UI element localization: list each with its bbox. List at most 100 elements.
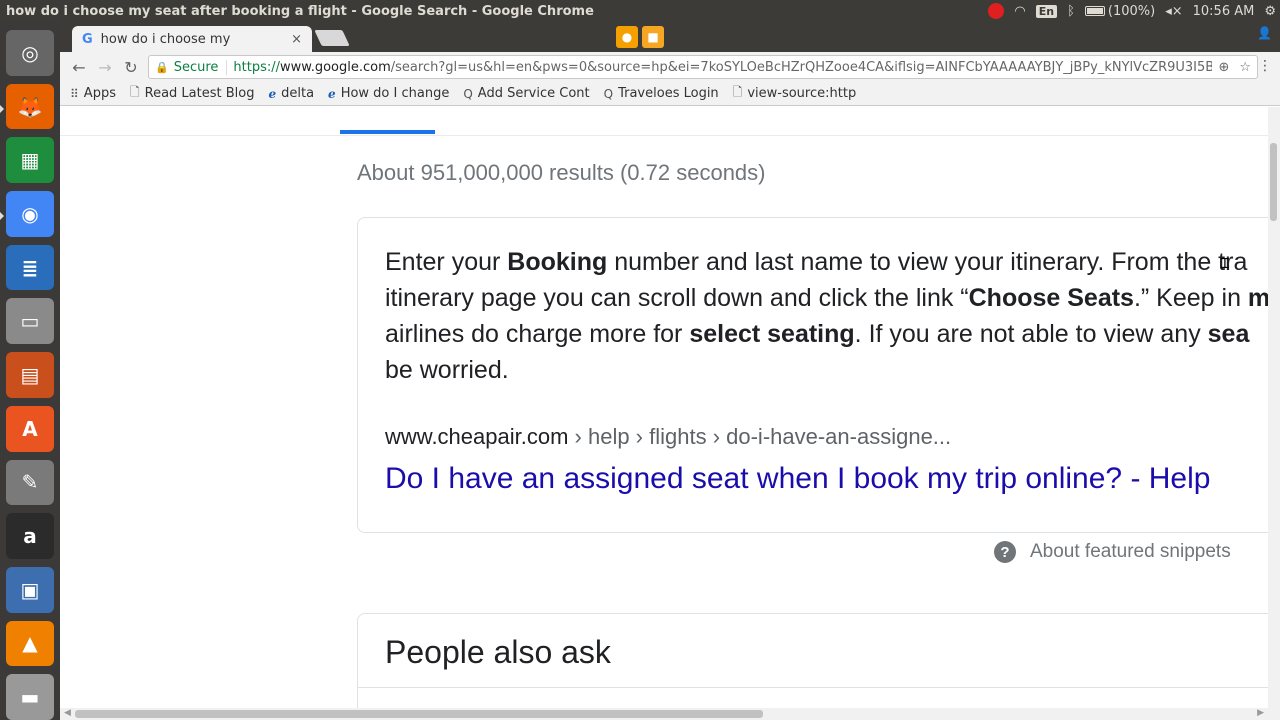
bookmark-item[interactable]: ⠿ Apps — [70, 86, 116, 101]
running-indicator — [0, 104, 4, 113]
profile-icon[interactable]: 👤 — [1257, 26, 1272, 40]
software-center-icon[interactable]: A — [6, 405, 54, 452]
scroll-left-icon[interactable]: ◀ — [64, 708, 71, 718]
browser-tab[interactable]: G how do i choose my × — [72, 26, 312, 52]
about-featured-snippets[interactable]: ? About featured snippets — [994, 541, 1231, 563]
amazon-icon[interactable]: a — [6, 513, 54, 559]
spreadsheet-icon[interactable]: ▦ — [6, 137, 54, 184]
writer-icon[interactable]: ≣ — [6, 244, 54, 291]
bookmarks-bar: ⠿ Apps 🗋 Read Latest Blog e delta e How do I ch… — [60, 82, 1280, 106]
ubuntu-dash-icon[interactable]: ◎ — [6, 30, 54, 76]
firefox-mini-icon[interactable]: ● — [616, 26, 638, 48]
reload-icon[interactable]: ↻ — [118, 58, 144, 77]
vertical-scroll-thumb[interactable] — [1270, 143, 1277, 221]
search-results-page: About 951,000,000 results (0.72 seconds)… — [60, 107, 1268, 708]
apps-grid-icon: ⠿ — [70, 86, 79, 101]
tab-strip: G how do i choose my × ● ■ 👤 — [60, 22, 1280, 52]
bookmark-label: Read Latest Blog — [144, 86, 255, 101]
url-text[interactable]: https://www.google.com/search?gl=us&hl=e… — [233, 60, 1212, 75]
battery-percent: (100%) — [1107, 3, 1156, 19]
settings-icon[interactable]: ✎ — [6, 459, 54, 506]
result-title-link[interactable]: Do I have an assigned seat when I book m… — [385, 462, 1210, 496]
url-host: www.google.com — [280, 59, 391, 75]
snippet-line-1: Enter your Booking number and last name … — [385, 248, 1248, 276]
zoom-icon[interactable]: ⊕ — [1218, 60, 1229, 75]
window-title: how do i choose my seat after booking a … — [6, 3, 594, 19]
help-icon: ? — [994, 541, 1016, 563]
page-icon: 🗋 — [129, 85, 140, 99]
omnibox-actions: ⊕ ☆ — [1218, 60, 1251, 75]
back-icon[interactable]: ← — [66, 58, 92, 77]
header-divider — [60, 135, 1268, 136]
system-tray: ◠ En ᛒ (100%) ◂× 10:56 AM ⚙ — [988, 0, 1280, 22]
all-tab-underline — [340, 130, 435, 134]
wifi-icon[interactable]: ◠ — [1014, 4, 1025, 19]
bookmark-item[interactable]: 🗋 view-source:http — [733, 83, 857, 104]
firefox-icon[interactable]: 🦊 — [0, 83, 54, 130]
people-also-ask-divider — [358, 687, 1268, 688]
forward-icon[interactable]: → — [92, 58, 118, 77]
tab-close-icon[interactable]: × — [291, 32, 302, 47]
files-icon[interactable]: ▭ — [6, 298, 54, 345]
tab-title: how do i choose my — [100, 31, 231, 47]
bookmark-star-icon[interactable]: ☆ — [1239, 60, 1251, 75]
result-cite: www.cheapair.com › help › flights › do-i… — [385, 424, 951, 450]
horizontal-scroll-thumb[interactable] — [75, 710, 763, 718]
address-bar[interactable]: 🔒 Secure https://www.google.com/search?g… — [148, 55, 1258, 79]
about-featured-snippets-label: About featured snippets — [1030, 541, 1231, 562]
video-editor-icon[interactable]: ▣ — [6, 566, 54, 613]
bookmark-item[interactable]: 🗋 Read Latest Blog — [130, 83, 255, 104]
featured-snippet-card: Enter your Booking number and last name … — [357, 217, 1268, 533]
url-rest: /search?gl=us&hl=en&pws=0&source=hp&ei=7… — [390, 59, 1213, 75]
running-indicator — [0, 212, 4, 221]
people-also-ask-heading: People also ask — [385, 634, 611, 670]
q-icon: Q — [603, 86, 614, 101]
bookmark-item[interactable]: Q Add Service Cont — [463, 86, 589, 101]
new-tab-button[interactable] — [314, 30, 350, 46]
chrome-icon[interactable]: ◉ — [0, 191, 54, 237]
cite-breadcrumb: › help › flights › do-i-have-an-assigne.… — [568, 424, 952, 449]
keyboard-layout-indicator[interactable]: En — [1035, 4, 1058, 18]
bookmark-label: How do I change — [340, 86, 450, 101]
page-icon: 🗋 — [732, 85, 743, 99]
snippet-line-3: airlines do charge more for select seati… — [385, 320, 1250, 348]
trash-icon[interactable]: ▬ — [6, 674, 54, 720]
battery-indicator[interactable]: (100%) — [1084, 3, 1156, 19]
result-stats: About 951,000,000 results (0.72 seconds) — [357, 160, 766, 185]
launcher: ◎ 🦊 ▦ ◉ ≣ ▭ ▤ A ✎ a ▣ ▲ ▬ — [0, 22, 60, 720]
bookmark-label: Add Service Cont — [477, 86, 590, 101]
bookmark-label: view-source:http — [747, 86, 857, 101]
google-favicon-icon: G — [82, 31, 93, 47]
clock[interactable]: 10:56 AM — [1193, 4, 1255, 19]
q-icon: Q — [463, 86, 473, 101]
system-gear-icon[interactable]: ⚙ — [1264, 4, 1276, 19]
lock-icon: 🔒 — [155, 60, 169, 74]
battery-icon — [1084, 6, 1105, 16]
edge-icon: e — [268, 86, 277, 101]
cite-host: www.cheapair.com — [385, 424, 569, 449]
impress-icon[interactable]: ▤ — [6, 352, 54, 398]
camera-icon[interactable]: ■ — [642, 26, 664, 48]
bookmark-item[interactable]: e delta — [268, 86, 314, 101]
vlc-icon[interactable]: ▲ — [6, 620, 54, 667]
url-scheme: https:// — [233, 59, 281, 75]
extension-indicators: ● ■ — [616, 26, 664, 48]
bookmark-item[interactable]: Q Traveloes Login — [604, 86, 719, 101]
bookmark-label: delta — [281, 86, 315, 101]
text-cursor-icon: Ɪ — [1221, 256, 1229, 272]
featured-snippet-text: Enter your Booking number and last name … — [385, 244, 1268, 388]
bluetooth-icon[interactable]: ᛒ — [1067, 4, 1075, 19]
browser-toolbar: ← → ↻ 🔒 Secure https://www.google.com/se… — [60, 52, 1280, 82]
horizontal-scrollbar[interactable]: ◀ ▶ — [60, 708, 1280, 720]
top-panel: how do i choose my seat after booking a … — [0, 0, 1280, 22]
vertical-scrollbar[interactable] — [1268, 107, 1280, 708]
bookmark-label: Traveloes Login — [618, 86, 719, 101]
edge-icon: e — [328, 86, 336, 101]
secure-label: Secure — [174, 59, 228, 75]
chrome-menu-icon[interactable]: ⋮ — [1258, 58, 1272, 74]
volume-icon[interactable]: ◂× — [1165, 4, 1182, 19]
record-icon[interactable] — [988, 3, 1005, 19]
bookmark-item[interactable]: e How do I change — [328, 86, 449, 101]
people-also-ask-card: People also ask — [357, 613, 1268, 708]
scroll-right-icon[interactable]: ▶ — [1257, 708, 1264, 718]
